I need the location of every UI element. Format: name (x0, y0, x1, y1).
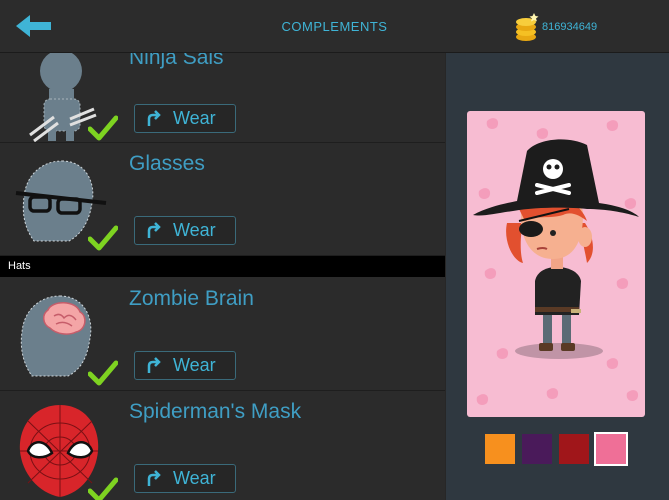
coin-count: 816934649 (542, 21, 598, 33)
coins-icon (516, 13, 539, 41)
section-header: Hats (0, 256, 445, 277)
color-swatch[interactable] (485, 434, 515, 464)
item-name: Ninja Sais (129, 53, 224, 69)
wear-arrow-icon (147, 357, 161, 373)
list-item[interactable]: Glasses Wear (0, 143, 445, 256)
item-name: Zombie Brain (129, 287, 254, 310)
character-preview (467, 111, 645, 417)
wear-button[interactable]: Wear (134, 104, 236, 133)
wear-arrow-icon (147, 470, 161, 486)
owned-check-icon (88, 360, 118, 386)
owned-check-icon (88, 225, 118, 251)
item-name: Glasses (129, 152, 205, 175)
color-swatch[interactable] (522, 434, 552, 464)
list-item[interactable]: Ninja Sais Wear (0, 53, 445, 143)
wear-button[interactable]: Wear (134, 216, 236, 245)
top-bar: COMPLEMENTS 816934649 (0, 0, 669, 53)
wear-arrow-icon (147, 222, 161, 238)
wear-arrow-icon (147, 110, 161, 126)
list-item[interactable]: Zombie Brain Wear (0, 278, 445, 391)
wear-button[interactable]: Wear (134, 351, 236, 380)
preview-panel (446, 53, 669, 500)
owned-check-icon (88, 477, 118, 500)
complements-list[interactable]: Ninja Sais Wear Glasses Wear Hats Zombie… (0, 53, 445, 500)
pirate-character-image (473, 118, 639, 405)
list-item[interactable]: Spiderman's Mask Wear (0, 391, 445, 500)
owned-check-icon (88, 115, 118, 141)
color-swatch-selected[interactable] (594, 432, 628, 466)
wear-button[interactable]: Wear (134, 464, 236, 493)
item-name: Spiderman's Mask (129, 400, 302, 423)
color-swatch[interactable] (559, 434, 589, 464)
